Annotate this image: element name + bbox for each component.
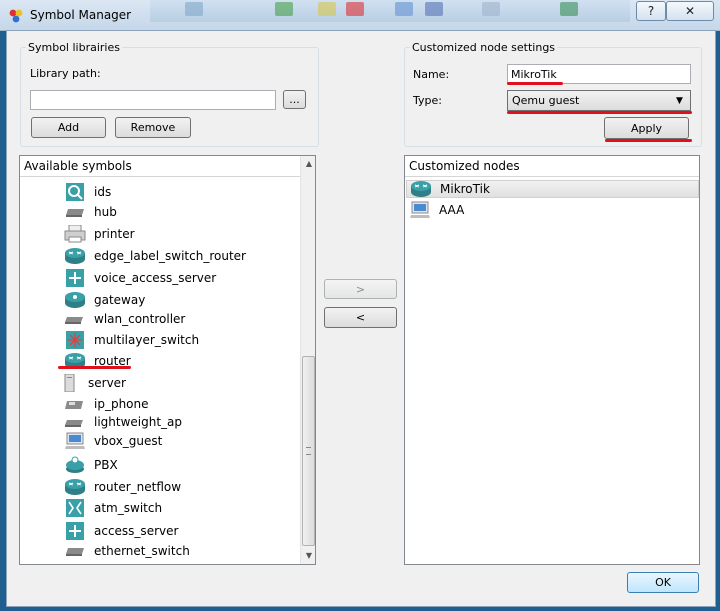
available-symbol-item[interactable]: multilayer_switch (64, 329, 199, 350)
available-symbol-label: lightweight_ap (94, 414, 183, 429)
atm-switch-icon (64, 498, 86, 517)
available-symbol-item[interactable]: server (58, 372, 126, 393)
background-window-strip (150, 0, 630, 22)
scroll-down-arrow[interactable]: ▼ (301, 548, 315, 564)
available-symbol-label: gateway (94, 292, 146, 307)
available-symbols-header: Available symbols (20, 156, 304, 177)
computer-icon (409, 201, 431, 219)
background-app-icon (346, 2, 364, 16)
background-app-icon (395, 2, 413, 16)
available-symbol-label: router_netflow (94, 479, 182, 494)
ids-icon (64, 182, 86, 201)
move-right-button[interactable]: > (324, 279, 397, 299)
available-symbol-label: printer (94, 226, 135, 241)
available-symbol-item[interactable]: PBX (64, 454, 118, 475)
symbol-libraries-label: Symbol librairies (26, 41, 122, 54)
available-symbol-item[interactable]: atm_switch (64, 497, 162, 518)
type-select[interactable]: Qemu guest ▼ (507, 90, 691, 111)
annotation-underline (507, 82, 563, 85)
add-button[interactable]: Add (31, 117, 106, 138)
background-app-icon (318, 2, 336, 16)
name-input[interactable] (507, 64, 691, 84)
help-button[interactable]: ? (636, 1, 666, 21)
available-symbol-item[interactable]: hub (64, 201, 117, 222)
customized-node-item[interactable]: AAA (406, 201, 699, 219)
available-symbol-item[interactable]: printer (64, 223, 135, 244)
multilayer-switch-icon (64, 330, 86, 349)
customized-nodes-header: Customized nodes (405, 156, 699, 177)
router-icon (64, 247, 86, 265)
customized-node-label: AAA (439, 203, 465, 217)
ethernet-switch-icon (64, 542, 86, 560)
available-symbol-label: voice_access_server (94, 270, 217, 285)
hub-icon (64, 203, 86, 221)
window-title: Symbol Manager (30, 8, 132, 22)
scroll-up-arrow[interactable]: ▲ (301, 156, 315, 172)
available-symbol-item[interactable]: access_server (64, 520, 178, 541)
customized-nodes-list[interactable]: Customized nodes MikroTik AAA (404, 155, 700, 565)
pbx-icon (64, 456, 86, 474)
access-point-icon (64, 413, 86, 431)
type-select-value: Qemu guest (512, 94, 580, 107)
available-symbol-label: server (88, 375, 126, 390)
available-symbol-item[interactable]: lightweight_ap (64, 411, 182, 432)
name-label: Name: (413, 68, 450, 81)
available-symbol-label: hub (94, 204, 117, 219)
browse-button[interactable]: ... (283, 90, 306, 109)
ok-button[interactable]: OK (627, 572, 699, 593)
available-symbol-item[interactable]: voice_access_server (64, 267, 216, 288)
customized-node-settings-label: Customized node settings (410, 41, 558, 54)
annotation-underline (507, 111, 692, 114)
apply-button[interactable]: Apply (604, 117, 689, 139)
scroll-thumb[interactable] (302, 356, 315, 546)
customized-node-item[interactable]: MikroTik (406, 180, 699, 198)
available-symbol-label: wlan_controller (94, 311, 186, 326)
available-symbol-item[interactable]: vbox_guest (64, 430, 162, 451)
customized-node-label: MikroTik (440, 182, 490, 196)
ip-phone-icon (64, 395, 86, 413)
access-server-icon (64, 521, 86, 540)
server-icon (58, 373, 80, 392)
available-symbol-item[interactable]: ids (64, 181, 111, 202)
background-app-icon (185, 2, 203, 16)
background-app-icon (425, 2, 443, 16)
app-icon (8, 8, 24, 24)
available-symbol-item[interactable]: edge_label_switch_router (64, 245, 246, 266)
computer-icon (64, 432, 86, 450)
available-symbols-list[interactable]: Available symbols ids hub printer edge_labe… (19, 155, 316, 565)
router-icon (64, 478, 86, 496)
available-symbol-item[interactable]: router_netflow (64, 476, 181, 497)
close-button[interactable]: ✕ (666, 1, 714, 21)
library-path-label: Library path: (30, 67, 101, 80)
remove-button[interactable]: Remove (115, 117, 191, 138)
available-symbol-label: edge_label_switch_router (94, 248, 246, 263)
available-symbol-item[interactable]: gateway (64, 289, 145, 310)
background-app-icon (482, 2, 500, 16)
move-left-button[interactable]: < (324, 307, 397, 328)
gateway-icon (64, 291, 86, 309)
available-symbol-label: atm_switch (94, 500, 163, 515)
available-symbol-label: ids (94, 184, 112, 199)
library-path-input[interactable] (30, 90, 276, 110)
chevron-down-icon: ▼ (676, 95, 683, 106)
printer-icon (64, 224, 86, 243)
available-symbol-item[interactable]: wlan_controller (64, 308, 185, 329)
type-label: Type: (413, 94, 442, 107)
available-symbol-label: ip_phone (94, 396, 149, 411)
voice-access-server-icon (64, 268, 86, 287)
wlan-controller-icon (64, 310, 86, 328)
available-symbol-label: access_server (94, 523, 179, 538)
background-app-icon (560, 2, 578, 16)
available-symbol-item[interactable]: ethernet_switch (64, 540, 190, 561)
router-icon (410, 180, 432, 198)
available-symbol-label: PBX (94, 457, 118, 472)
available-symbol-label: multilayer_switch (94, 332, 200, 347)
annotation-underline (605, 139, 692, 142)
background-app-icon (275, 2, 293, 16)
available-scrollbar[interactable]: ▲ ▼ (300, 156, 315, 564)
available-symbol-label: vbox_guest (94, 433, 163, 448)
available-symbol-label: ethernet_switch (94, 543, 190, 558)
annotation-underline (58, 366, 131, 369)
